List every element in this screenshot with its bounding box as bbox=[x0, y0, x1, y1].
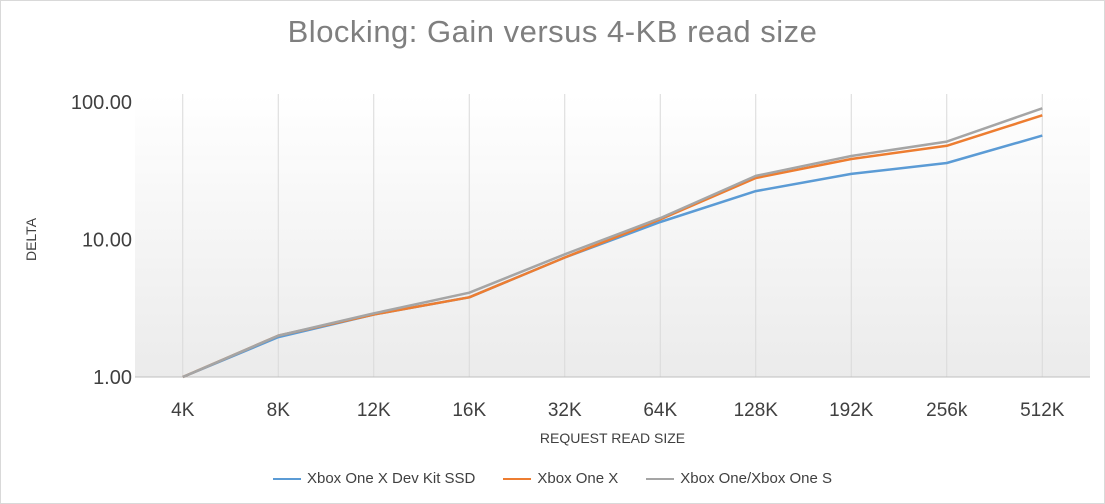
x-axis-label: REQUEST READ SIZE bbox=[540, 430, 685, 446]
x-tick-label: 128K bbox=[734, 400, 779, 421]
y-tick-label: 100.00 bbox=[71, 92, 132, 114]
x-tick-label: 512K bbox=[1020, 400, 1065, 421]
x-tick-label: 256k bbox=[926, 400, 968, 421]
x-tick-label: 8K bbox=[267, 400, 291, 421]
legend-swatch bbox=[503, 477, 532, 480]
x-tick-label: 4K bbox=[171, 400, 195, 421]
x-tick-label: 16K bbox=[452, 400, 486, 421]
legend-swatch bbox=[646, 477, 675, 480]
legend-label: Xbox One X bbox=[537, 470, 619, 487]
legend: Xbox One X Dev Kit SSD Xbox One X Xbox One… bbox=[0, 470, 1105, 487]
legend-label: Xbox One/Xbox One S bbox=[680, 470, 833, 487]
x-tick-label: 64K bbox=[643, 400, 677, 421]
legend-swatch bbox=[272, 477, 301, 480]
legend-label: Xbox One X Dev Kit SSD bbox=[306, 470, 476, 487]
y-axis-label: DELTA bbox=[23, 217, 39, 261]
y-tick-label: 1.00 bbox=[93, 367, 132, 389]
x-tick-label: 32K bbox=[548, 400, 582, 421]
legend-item: Xbox One/Xbox One S bbox=[646, 470, 832, 487]
legend-item: Xbox One X bbox=[503, 470, 618, 487]
chart-plot: 4K 8K 12K 16K 32K 64K 128K 192K 256k 512K 1.00 10.… bbox=[23, 92, 1090, 446]
x-tick-label: 12K bbox=[357, 400, 391, 421]
x-tick-label: 192K bbox=[829, 400, 874, 421]
legend-item: Xbox One X Dev Kit SSD bbox=[272, 470, 476, 487]
y-tick-label: 10.00 bbox=[82, 230, 132, 252]
